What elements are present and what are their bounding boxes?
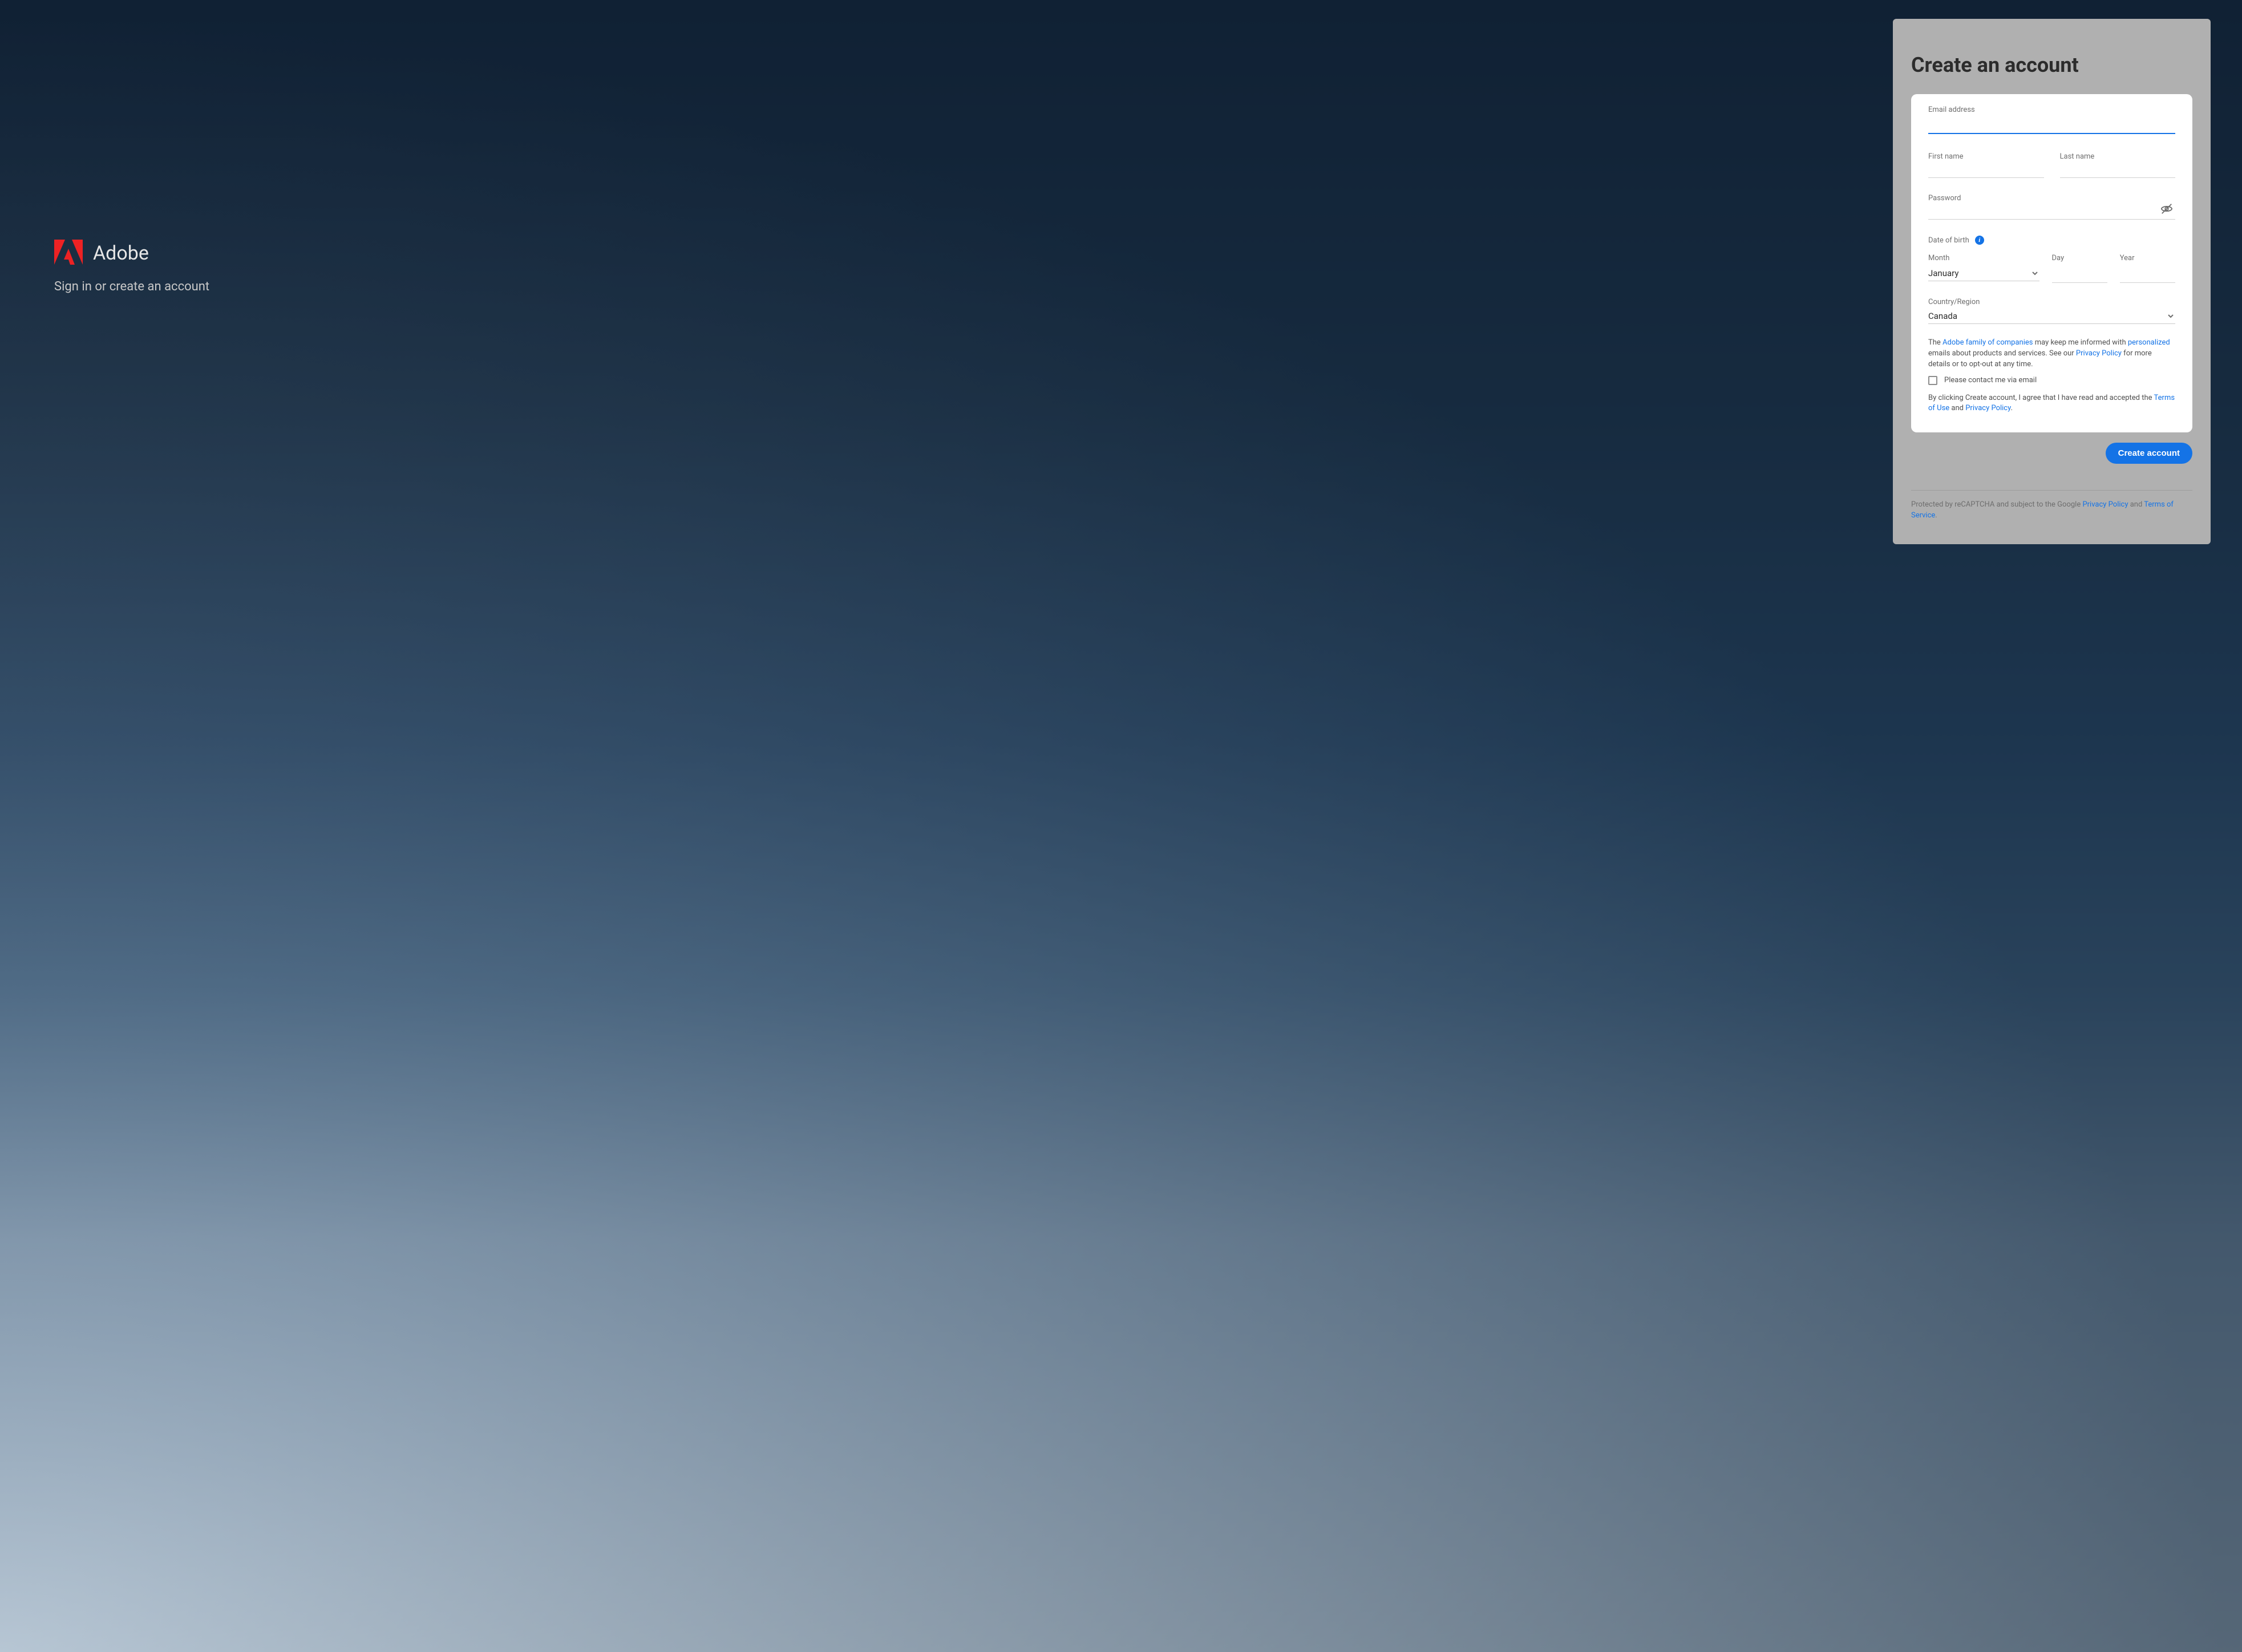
region-value: Canada xyxy=(1928,309,2175,323)
google-privacy-link[interactable]: Privacy Policy xyxy=(2082,500,2128,509)
month-label: Month xyxy=(1928,254,2039,262)
info-icon[interactable]: i xyxy=(1975,236,1984,245)
region-label: Country/Region xyxy=(1928,298,2175,306)
first-name-input[interactable] xyxy=(1928,161,2044,178)
recaptcha-footer: Protected by reCAPTCHA and subject to th… xyxy=(1911,500,2192,521)
brand-tagline: Sign in or create an account xyxy=(54,280,209,294)
year-input[interactable] xyxy=(2120,266,2175,283)
signup-panel: Create an account Email address First na… xyxy=(1893,19,2211,544)
email-input[interactable] xyxy=(1928,114,2175,131)
toggle-password-visibility-icon[interactable] xyxy=(2160,203,2173,215)
month-select[interactable]: January xyxy=(1928,266,2039,281)
day-input[interactable] xyxy=(2052,266,2107,283)
legal-paragraph-2: By clicking Create account, I agree that… xyxy=(1928,393,2175,415)
form-card: Email address First name Last name Passw… xyxy=(1911,94,2192,432)
brand-name: Adobe xyxy=(93,242,149,265)
last-name-input[interactable] xyxy=(2060,161,2176,178)
brand-block: Adobe Sign in or create an account xyxy=(54,240,209,294)
create-account-button[interactable]: Create account xyxy=(2106,443,2192,464)
contact-email-checkbox[interactable] xyxy=(1928,376,1937,385)
year-label: Year xyxy=(2120,254,2175,262)
password-input[interactable] xyxy=(1928,203,2175,220)
day-label: Day xyxy=(2052,254,2107,262)
email-label: Email address xyxy=(1928,106,2175,114)
password-label: Password xyxy=(1928,194,2175,203)
adobe-companies-link[interactable]: Adobe family of companies xyxy=(1942,338,2033,347)
personalized-link[interactable]: personalized xyxy=(2128,338,2170,347)
dob-label: Date of birth xyxy=(1928,236,1969,245)
month-value: January xyxy=(1928,266,2039,281)
privacy-policy-link[interactable]: Privacy Policy xyxy=(2076,349,2122,358)
divider xyxy=(1911,490,2192,491)
legal-paragraph-1: The Adobe family of companies may keep m… xyxy=(1928,338,2175,370)
last-name-label: Last name xyxy=(2060,152,2176,161)
adobe-logo-icon xyxy=(54,240,83,267)
panel-title: Create an account xyxy=(1911,53,2192,77)
privacy-policy-link-2[interactable]: Privacy Policy xyxy=(1965,404,2010,412)
contact-email-label: Please contact me via email xyxy=(1944,376,2037,384)
first-name-label: First name xyxy=(1928,152,2044,161)
region-select[interactable]: Canada xyxy=(1928,309,2175,324)
